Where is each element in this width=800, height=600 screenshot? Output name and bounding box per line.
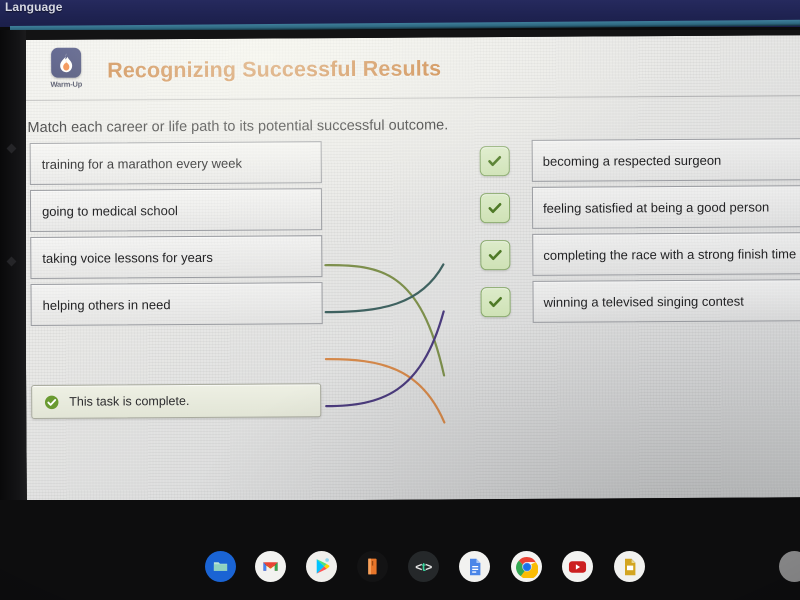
left-options-column: training for a marathon every week going… [29,141,323,331]
lesson-page: Warm-Up Recognizing Successful Results M… [24,35,800,502]
gmail-icon[interactable] [255,551,286,582]
list-item[interactable]: training for a marathon every week [29,141,322,185]
match-checkbox[interactable] [479,146,510,177]
list-item[interactable]: helping others in need [30,282,323,326]
check-circle-icon [44,395,59,409]
matching-exercise: training for a marathon every week going… [25,138,800,424]
list-item[interactable]: feeling satisfied at being a good person [531,185,800,229]
flame-icon [51,47,82,78]
match-checkbox[interactable] [479,193,511,224]
books-icon[interactable] [357,551,388,582]
chrome-icon[interactable] [511,551,542,582]
instructions-text: Match each career or life path to its po… [27,117,449,136]
chrome-tab-label[interactable]: Language [5,0,62,14]
list-item[interactable]: completing the race with a strong finish… [532,232,800,276]
list-item[interactable]: becoming a respected surgeon [531,138,800,182]
list-item[interactable]: taking voice lessons for years [30,235,323,279]
lesson-page-wrapper: Warm-Up Recognizing Successful Results M… [24,35,800,502]
text-editor-icon[interactable]: <t> [408,551,439,582]
bezel-reflection [6,143,17,154]
warmup-badge: Warm-Up [44,47,88,89]
match-checkbox[interactable] [480,240,511,271]
list-item[interactable]: winning a televised singing contest [532,279,800,323]
youtube-icon[interactable] [562,551,593,582]
list-item[interactable]: going to medical school [29,188,323,232]
screen-photo: Language Warm-Up Recognizing Successful … [0,0,800,600]
google-slides-icon[interactable] [614,551,645,582]
shelf-icon-row: <t> [0,542,800,582]
warmup-badge-label: Warm-Up [50,79,83,89]
right-options-column: becoming a respected surgeon feeling sat… [531,138,800,328]
page-title: Recognizing Successful Results [107,56,442,83]
screen-bezel-left [0,30,26,505]
files-icon[interactable] [205,551,236,582]
match-connector-lines [324,263,446,424]
status-text: This task is complete. [69,393,190,409]
lesson-header: Warm-Up Recognizing Successful Results [24,35,800,98]
match-checkbox[interactable] [480,287,511,318]
google-docs-icon[interactable] [459,551,490,582]
chromeos-shelf: <t> [0,500,800,600]
status-banner: This task is complete. [31,383,322,419]
match-checkbox-column [479,140,521,334]
play-store-icon[interactable] [306,551,337,582]
bezel-reflection [6,256,17,267]
